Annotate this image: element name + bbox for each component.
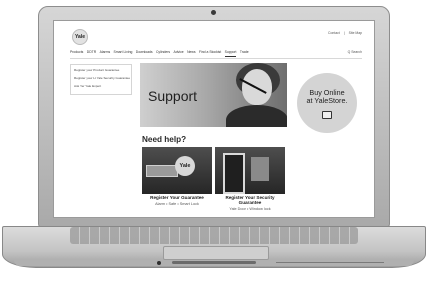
buy-online-promo[interactable]: Buy Online at YaleStore. — [297, 73, 357, 133]
sidebar-link-product-guarantee[interactable]: Register your Product Guarantee — [74, 66, 128, 74]
nav-support[interactable]: Support — [224, 50, 237, 57]
nav-find-a-stockist[interactable]: Find a Stockist — [199, 50, 221, 57]
nav-alarms[interactable]: Alarms — [100, 50, 111, 57]
nav-news[interactable]: News — [187, 50, 195, 57]
trackpad — [163, 246, 269, 260]
support-hero-banner: Support — [140, 63, 287, 127]
laptop-lid: Yale Contact | Site Map Products DDTR Al… — [38, 6, 390, 228]
utility-links: Contact | Site Map — [328, 31, 362, 35]
main-nav: Products DDTR Alarms Smart Living Downlo… — [70, 50, 249, 57]
vent-slot — [276, 262, 384, 263]
nav-downloads[interactable]: Downloads — [136, 50, 153, 57]
sidebar-link-security-guarantee[interactable]: Register your Lt Yale Security Guarantee — [74, 74, 130, 82]
card-subtitle: Alarm • Safe • Smart Lock — [155, 202, 199, 206]
util-divider: | — [343, 31, 345, 35]
power-light-icon — [157, 261, 161, 265]
card-subtitle: Yale Door • Window lock — [229, 207, 271, 211]
agent-body — [226, 105, 287, 127]
header-divider — [70, 58, 362, 59]
nav-smart-living[interactable]: Smart Living — [114, 50, 133, 57]
site-header: Yale Contact | Site Map Products DDTR Al… — [54, 21, 374, 65]
nav-cylinders[interactable]: Cylinders — [156, 50, 170, 57]
laptop-icon — [322, 111, 332, 119]
need-help-heading: Need help? — [142, 135, 187, 144]
card-title: Register Your Guarantee — [150, 195, 204, 200]
nav-ddtr[interactable]: DDTR — [87, 50, 96, 57]
site-map-link[interactable]: Site Map — [349, 31, 362, 35]
keyboard — [70, 227, 358, 244]
register-guarantee-card[interactable]: Yale Register Your Guarantee Alarm • Saf… — [142, 147, 212, 217]
yale-badge: Yale — [175, 156, 195, 176]
lid-latch — [172, 261, 256, 264]
promo-line-2: at YaleStore. — [306, 96, 348, 105]
contact-link[interactable]: Contact — [328, 31, 340, 35]
nav-advice[interactable]: Advice — [174, 50, 184, 57]
yale-logo[interactable]: Yale — [72, 29, 88, 45]
register-security-guarantee-card[interactable]: Register Your Security Guarantee Yale Do… — [215, 147, 285, 217]
sidebar: Register your Product Guarantee Register… — [70, 64, 132, 95]
nav-trade[interactable]: Trade — [240, 50, 249, 57]
laptop-screen: Yale Contact | Site Map Products DDTR Al… — [53, 20, 375, 218]
card-title: Register Your Security Guarantee — [225, 195, 275, 206]
sidebar-link-ask-expert[interactable]: Ask Yer Yale Expert — [74, 82, 128, 90]
nav-products[interactable]: Products — [70, 50, 83, 57]
smart-lock-image: Yale — [142, 147, 212, 194]
webcam-icon — [211, 10, 216, 15]
lock-icon — [146, 165, 178, 177]
promo-text: Buy Online at YaleStore. — [297, 89, 357, 105]
search-link[interactable]: Q Search — [348, 50, 362, 54]
door-image — [215, 147, 285, 194]
door-icon — [223, 153, 245, 194]
hero-title: Support — [148, 88, 198, 104]
window-icon — [251, 157, 269, 181]
